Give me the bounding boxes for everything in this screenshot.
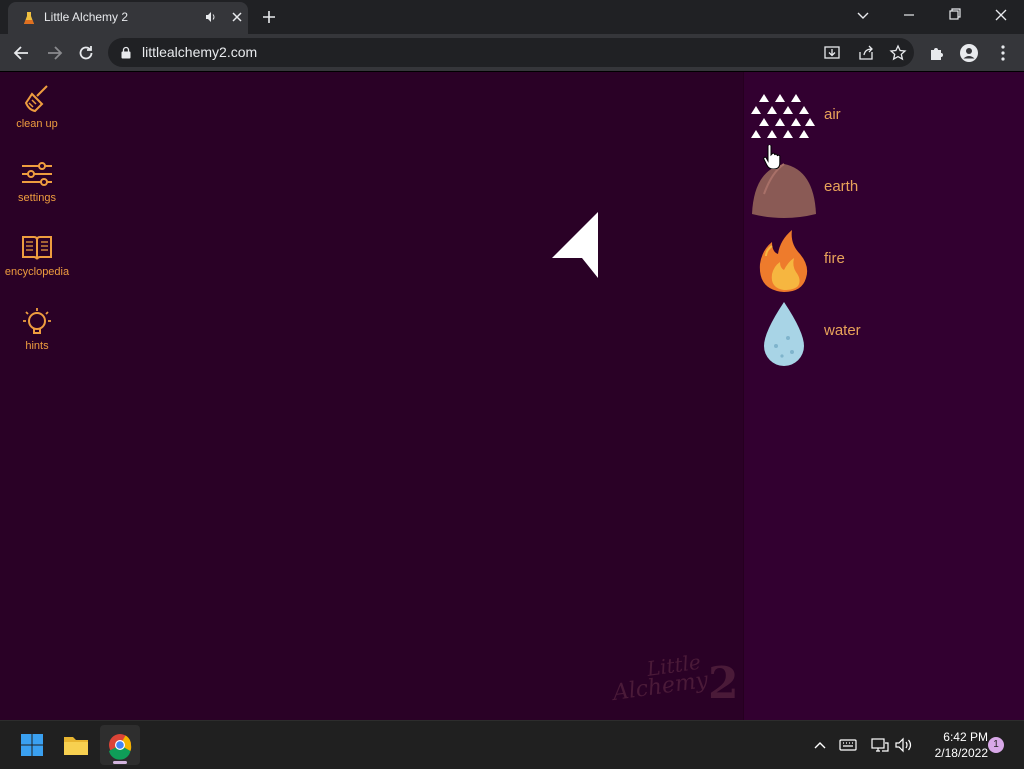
forward-arrow-icon[interactable]	[41, 40, 67, 66]
earth-icon	[752, 163, 816, 218]
watermark-word-2: Alchemy	[612, 668, 710, 706]
keyboard-icon[interactable]	[838, 735, 858, 755]
volume-icon[interactable]	[894, 735, 914, 755]
start-button[interactable]	[12, 725, 52, 765]
tab-search-icon[interactable]	[840, 0, 886, 32]
chrome-taskbar-button[interactable]	[100, 725, 140, 765]
folder-icon	[64, 737, 88, 755]
elements-sidebar[interactable]: air earth fire water	[743, 72, 1024, 720]
element-water[interactable]: water	[750, 300, 1010, 368]
settings-button[interactable]: settings	[0, 158, 74, 204]
element-name-water: water	[824, 322, 861, 339]
close-tab-icon[interactable]	[228, 8, 246, 26]
hints-button[interactable]: hints	[0, 306, 74, 352]
sliders-icon	[22, 162, 52, 186]
notification-badge[interactable]: 1	[988, 737, 1004, 753]
watermark-number: 2	[708, 658, 739, 709]
minimize-icon[interactable]	[886, 0, 932, 32]
encyclopedia-label: encyclopedia	[4, 266, 70, 278]
encyclopedia-button[interactable]: encyclopedia	[0, 232, 74, 278]
chevron-up-icon[interactable]	[810, 735, 830, 755]
install-app-icon[interactable]	[822, 43, 842, 63]
system-clock[interactable]: 6:42 PM 2/18/2022	[918, 729, 988, 761]
browser-tabstrip: Little Alchemy 2	[0, 0, 1024, 34]
hand-cursor-icon	[763, 145, 781, 169]
chrome-logo-icon	[109, 734, 132, 760]
element-name-air: air	[824, 106, 841, 123]
active-app-indicator	[113, 761, 127, 764]
broom-icon	[24, 85, 48, 113]
file-explorer-button[interactable]	[56, 725, 96, 765]
share-icon[interactable]	[856, 43, 876, 63]
new-tab-icon[interactable]	[258, 6, 280, 28]
bookmark-star-icon[interactable]	[888, 43, 908, 63]
extensions-puzzle-icon[interactable]	[926, 42, 948, 64]
mouse-pointer-icon	[552, 212, 598, 278]
windows-logo-icon	[21, 734, 43, 756]
element-name-fire: fire	[824, 250, 845, 267]
fire-icon	[759, 230, 808, 292]
url-text[interactable]: littlealchemy2.com	[142, 44, 257, 60]
back-arrow-icon[interactable]	[9, 40, 35, 66]
windows-taskbar: 6:42 PM 2/18/2022 1	[0, 720, 1024, 769]
browser-toolbar: littlealchemy2.com	[0, 34, 1024, 72]
address-bar[interactable]: littlealchemy2.com	[108, 38, 914, 67]
restore-icon[interactable]	[932, 0, 978, 32]
air-icon	[751, 94, 815, 138]
browser-tab[interactable]: Little Alchemy 2	[8, 2, 248, 34]
element-earth[interactable]: earth	[750, 156, 1010, 224]
lock-icon[interactable]	[120, 46, 132, 59]
game-area: clean up settings encyclopedia hints Lit…	[0, 72, 1024, 720]
speaker-icon[interactable]	[205, 11, 217, 23]
book-icon	[22, 236, 52, 260]
little-alchemy-favicon-icon	[24, 12, 34, 24]
close-window-icon[interactable]	[978, 0, 1024, 32]
element-fire[interactable]: fire	[750, 228, 1010, 296]
profile-avatar-icon[interactable]	[958, 42, 980, 64]
hints-label: hints	[25, 340, 49, 352]
network-icon[interactable]	[870, 735, 890, 755]
water-icon	[764, 302, 804, 366]
clean-up-button[interactable]: clean up	[0, 82, 74, 130]
workspace-canvas[interactable]: clean up settings encyclopedia hints Lit…	[0, 72, 743, 720]
lightbulb-icon	[23, 308, 51, 334]
element-air[interactable]: air	[750, 84, 1010, 152]
reload-icon[interactable]	[73, 40, 99, 66]
clock-time: 6:42 PM	[943, 730, 988, 744]
chrome-menu-icon[interactable]	[992, 42, 1014, 64]
settings-label: settings	[18, 192, 56, 204]
little-alchemy-2-watermark: Little Alchemy 2	[612, 652, 739, 709]
clean-up-label: clean up	[16, 118, 58, 130]
clock-date: 2/18/2022	[934, 746, 988, 760]
element-name-earth: earth	[824, 178, 859, 195]
tab-title: Little Alchemy 2	[44, 10, 129, 24]
